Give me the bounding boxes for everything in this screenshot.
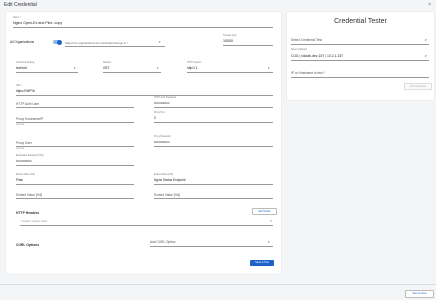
proxy-user-helper: optional bbox=[16, 148, 25, 150]
chevron-down-icon[interactable]: ▾ bbox=[74, 66, 76, 70]
credential-test-select[interactable]: Select Credential Test bbox=[291, 38, 322, 42]
collector-label: Select Collector bbox=[291, 49, 308, 51]
embedded-password-underline bbox=[16, 165, 134, 166]
embed-value-1-field[interactable]: Plain bbox=[16, 178, 23, 182]
proxy-user-field[interactable]: Proxy User bbox=[16, 141, 32, 145]
proxy-password-underline bbox=[154, 146, 273, 147]
save-and-test-button[interactable]: Save & Test bbox=[250, 260, 274, 266]
proxy-password-label: Proxy Password bbox=[154, 136, 171, 138]
curl-option-select[interactable]: Add CURL Option bbox=[150, 240, 175, 244]
header-input[interactable]: * Header: Header Value bbox=[20, 220, 47, 223]
toggle-knob bbox=[57, 39, 62, 45]
add-header-button[interactable]: Add Header bbox=[252, 208, 277, 215]
chevron-down-icon[interactable]: ▾ bbox=[425, 38, 427, 42]
name-label: Name * bbox=[13, 17, 21, 19]
all-organizations-label: All Organizations bbox=[10, 40, 35, 44]
curl-options-title: CURL Options bbox=[16, 243, 40, 247]
embed-value-1-label: Embed Value [%1] bbox=[16, 174, 35, 176]
org-select-underline bbox=[65, 46, 165, 47]
credential-tester-card: Credential Tester Select Credential Test… bbox=[287, 12, 434, 100]
credential-form-card: Name * Nginx Open-Ex and Plex- copy All … bbox=[6, 12, 281, 274]
embed-value-4-underline bbox=[154, 198, 273, 199]
timeout-underline bbox=[223, 45, 273, 46]
http-headers-title: HTTP Headers bbox=[16, 211, 40, 215]
embedded-password-label: Embedded Password (%P) bbox=[16, 155, 44, 157]
collector-underline bbox=[291, 60, 429, 61]
content-encoding-underline bbox=[16, 72, 78, 73]
embed-value-4-field[interactable]: Embed Value [%4] bbox=[154, 193, 180, 197]
method-select[interactable]: GET bbox=[103, 66, 110, 70]
timeout-label: Timeout (ms) bbox=[223, 35, 237, 37]
dialog-title: Edit Credential bbox=[4, 2, 37, 8]
save-and-close-button[interactable]: Save & Close bbox=[405, 290, 434, 298]
proxy-password-field[interactable]: •••••••••••••• bbox=[154, 140, 170, 144]
embed-value-2-underline bbox=[154, 184, 273, 185]
delete-icon[interactable]: × bbox=[270, 219, 272, 223]
collector-select[interactable]: CUG | silolab-dev-157 | 10.2.1.157 bbox=[291, 54, 343, 58]
embed-value-3-underline bbox=[16, 198, 134, 199]
content-encoding-label: Content Encoding bbox=[16, 62, 35, 64]
curl-option-underline bbox=[150, 246, 273, 247]
test-credential-button[interactable]: Test Credential bbox=[404, 83, 432, 90]
all-organizations-toggle[interactable] bbox=[53, 39, 62, 45]
http-auth-password-underline bbox=[154, 107, 273, 108]
credential-test-underline bbox=[291, 44, 429, 45]
embed-value-2-field[interactable]: Nginx Status Endpoint bbox=[154, 178, 186, 182]
http-version-select[interactable]: http/1.1 bbox=[187, 66, 198, 70]
url-field[interactable]: https://%IP%/ bbox=[16, 89, 35, 93]
header-input-underline bbox=[20, 225, 273, 226]
proxy-user-underline bbox=[16, 146, 134, 147]
embedded-password-field[interactable]: •••••••••••••• bbox=[16, 159, 32, 163]
http-auth-user-field[interactable]: HTTP Auth User bbox=[16, 102, 39, 106]
proxy-port-underline bbox=[154, 122, 273, 123]
http-version-label: HTTP Version bbox=[187, 62, 202, 64]
proxy-host-helper: optional bbox=[16, 124, 25, 126]
proxy-port-field[interactable]: 0 bbox=[154, 116, 156, 120]
proxy-host-underline bbox=[16, 122, 134, 123]
http-auth-password-field[interactable]: •••••••••••••• bbox=[154, 101, 170, 105]
proxy-host-field[interactable]: Proxy Hostname/IP bbox=[16, 117, 43, 121]
org-select-placeholder[interactable]: Select the organizations the credential … bbox=[65, 41, 128, 45]
method-label: Method bbox=[103, 62, 111, 64]
url-label: URL * bbox=[16, 85, 23, 87]
ip-host-field[interactable]: IP or Hostname to test * bbox=[291, 71, 325, 75]
embed-value-2-label: Embed Value [%2] bbox=[154, 174, 173, 176]
timeout-field[interactable]: 10000 bbox=[223, 39, 233, 43]
tester-title: Credential Tester bbox=[334, 18, 387, 25]
chevron-down-icon[interactable]: ▾ bbox=[268, 66, 270, 70]
url-underline bbox=[16, 95, 273, 96]
content-encoding-select[interactable]: text/xml bbox=[16, 66, 27, 70]
http-version-underline bbox=[187, 72, 273, 73]
proxy-port-label: Proxy Port bbox=[154, 112, 165, 114]
ip-host-underline bbox=[291, 77, 429, 78]
close-icon[interactable]: × bbox=[428, 2, 431, 8]
method-underline bbox=[103, 72, 161, 73]
chevron-down-icon[interactable]: ▾ bbox=[157, 66, 159, 70]
name-underline bbox=[13, 27, 273, 28]
chevron-down-icon[interactable]: ▾ bbox=[159, 40, 161, 44]
chevron-down-icon[interactable]: ▾ bbox=[268, 240, 270, 244]
footer-divider bbox=[0, 284, 436, 285]
name-field[interactable]: Nginx Open-Ex and Plex- copy bbox=[13, 21, 62, 25]
http-auth-password-label: HTTP Auth Password bbox=[154, 97, 176, 99]
chevron-down-icon[interactable]: ▾ bbox=[425, 54, 427, 58]
embed-value-1-underline bbox=[16, 184, 134, 185]
embed-value-3-field[interactable]: Embed Value [%3] bbox=[16, 193, 42, 197]
http-auth-user-underline bbox=[16, 107, 134, 108]
